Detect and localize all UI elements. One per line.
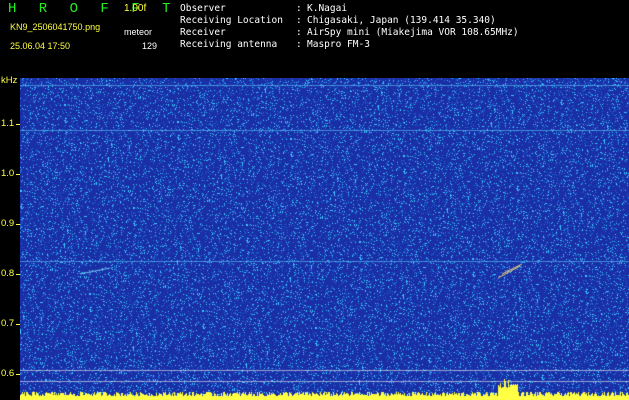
unit-label: kHz — [1, 75, 18, 86]
y-tick-label: 0.8 — [1, 268, 15, 279]
info-value-location: Chigasaki, Japan (139.414 35.340) — [307, 15, 496, 26]
info-colon: : — [296, 39, 302, 50]
filename-label: KN9_2506041750.png — [10, 22, 101, 32]
y-tick-label: 1.0 — [1, 168, 15, 179]
info-label-antenna: Receiving antenna — [180, 39, 278, 50]
y-tick-label: 0.6 — [1, 368, 15, 379]
info-label-location: Receiving Location — [180, 15, 283, 26]
info-label-observer: Observer — [180, 3, 226, 14]
header: H R O F F T 1.00f KN9_2506041750.png met… — [0, 0, 629, 76]
info-value-antenna: Maspro FM-3 — [307, 39, 370, 50]
y-tick-label: 0.7 — [1, 318, 15, 329]
count-label: 129 — [142, 41, 158, 51]
spectrogram-plot[interactable] — [20, 78, 629, 400]
info-label-receiver: Receiver — [180, 27, 226, 38]
mode-label: meteor — [124, 27, 153, 37]
datetime-label: 25.06.04 17:50 — [10, 41, 71, 51]
y-tick-label: 0.9 — [1, 218, 15, 229]
info-colon: : — [296, 3, 302, 14]
info-colon: : — [296, 27, 302, 38]
info-value-observer: K.Nagai — [307, 3, 348, 14]
version-label: 1.00f — [124, 3, 147, 14]
y-tick-label: 1.1 — [1, 118, 15, 129]
app-title: H R O F F T — [8, 1, 178, 17]
info-colon: : — [296, 15, 302, 26]
spectrogram-canvas[interactable] — [20, 78, 629, 400]
info-value-receiver: AirSpy mini (Miakejima VOR 108.65MHz) — [307, 27, 519, 38]
